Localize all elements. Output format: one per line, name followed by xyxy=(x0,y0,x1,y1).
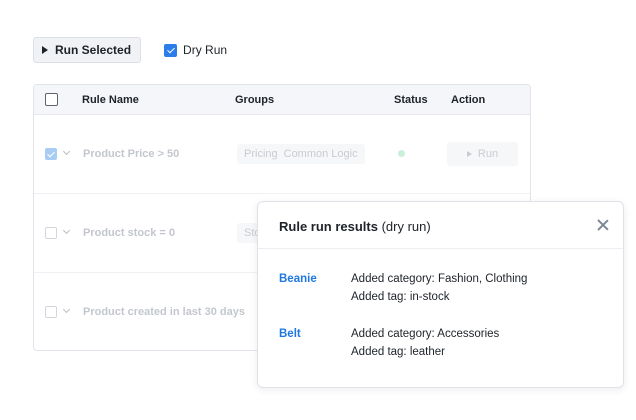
result-lines: Added category: Accessories Added tag: l… xyxy=(351,325,499,361)
play-icon xyxy=(42,46,48,54)
row-checkbox[interactable] xyxy=(45,148,57,160)
rule-name: Product stock = 0 xyxy=(83,227,176,239)
column-header-groups[interactable]: Groups xyxy=(235,94,274,106)
result-line: Added category: Fashion, Clothing xyxy=(351,273,528,285)
play-icon xyxy=(466,151,472,157)
rule-name: Product Price > 50 xyxy=(83,148,180,160)
product-link[interactable]: Belt xyxy=(279,328,301,340)
column-header-action[interactable]: Action xyxy=(451,94,485,106)
row-checkbox[interactable] xyxy=(45,306,57,318)
product-link[interactable]: Beanie xyxy=(279,273,317,285)
rule-run-results-popup: Rule run results (dry run) Beanie Added … xyxy=(257,201,624,388)
table-header: Rule Name Groups Status Action xyxy=(34,85,530,115)
chevron-down-icon[interactable] xyxy=(62,226,71,235)
dry-run-toggle[interactable]: Dry Run xyxy=(164,43,227,57)
column-header-status[interactable]: Status xyxy=(394,94,428,106)
toolbar: Run Selected Dry Run xyxy=(33,37,227,63)
run-selected-button[interactable]: Run Selected xyxy=(33,37,142,63)
run-rule-label: Run xyxy=(477,148,499,160)
close-icon[interactable] xyxy=(597,219,609,231)
dry-run-checkbox[interactable] xyxy=(164,43,178,57)
rule-name: Product created in last 30 days xyxy=(83,306,246,318)
column-header-rule-name[interactable]: Rule Name xyxy=(82,94,139,106)
select-all-checkbox[interactable] xyxy=(45,93,58,106)
result-line: Added tag: in-stock xyxy=(351,291,450,303)
chevron-down-icon[interactable] xyxy=(62,305,71,314)
chevron-down-icon[interactable] xyxy=(62,147,71,156)
group-tag: Common Logic xyxy=(283,148,358,160)
run-selected-label: Run Selected xyxy=(55,43,132,57)
row-checkbox[interactable] xyxy=(45,227,57,239)
result-line: Added category: Accessories xyxy=(351,328,500,340)
popup-header: Rule run results (dry run) xyxy=(258,202,623,249)
popup-title: Rule run results (dry run) xyxy=(279,219,431,234)
table-row[interactable]: Product Price > 50 Pricing Common Logic … xyxy=(34,115,530,194)
run-rule-button[interactable]: Run xyxy=(447,142,518,166)
status-dot xyxy=(398,150,405,157)
group-tag: Pricing xyxy=(244,148,278,160)
popup-title-bold: Rule run results xyxy=(279,219,378,234)
result-line: Added tag: leather xyxy=(351,346,445,358)
popup-title-suffix: (dry run) xyxy=(377,219,431,234)
dry-run-label: Dry Run xyxy=(183,43,228,57)
result-lines: Added category: Fashion, Clothing Added … xyxy=(351,270,527,306)
group-tags: Pricing Common Logic xyxy=(237,144,365,164)
